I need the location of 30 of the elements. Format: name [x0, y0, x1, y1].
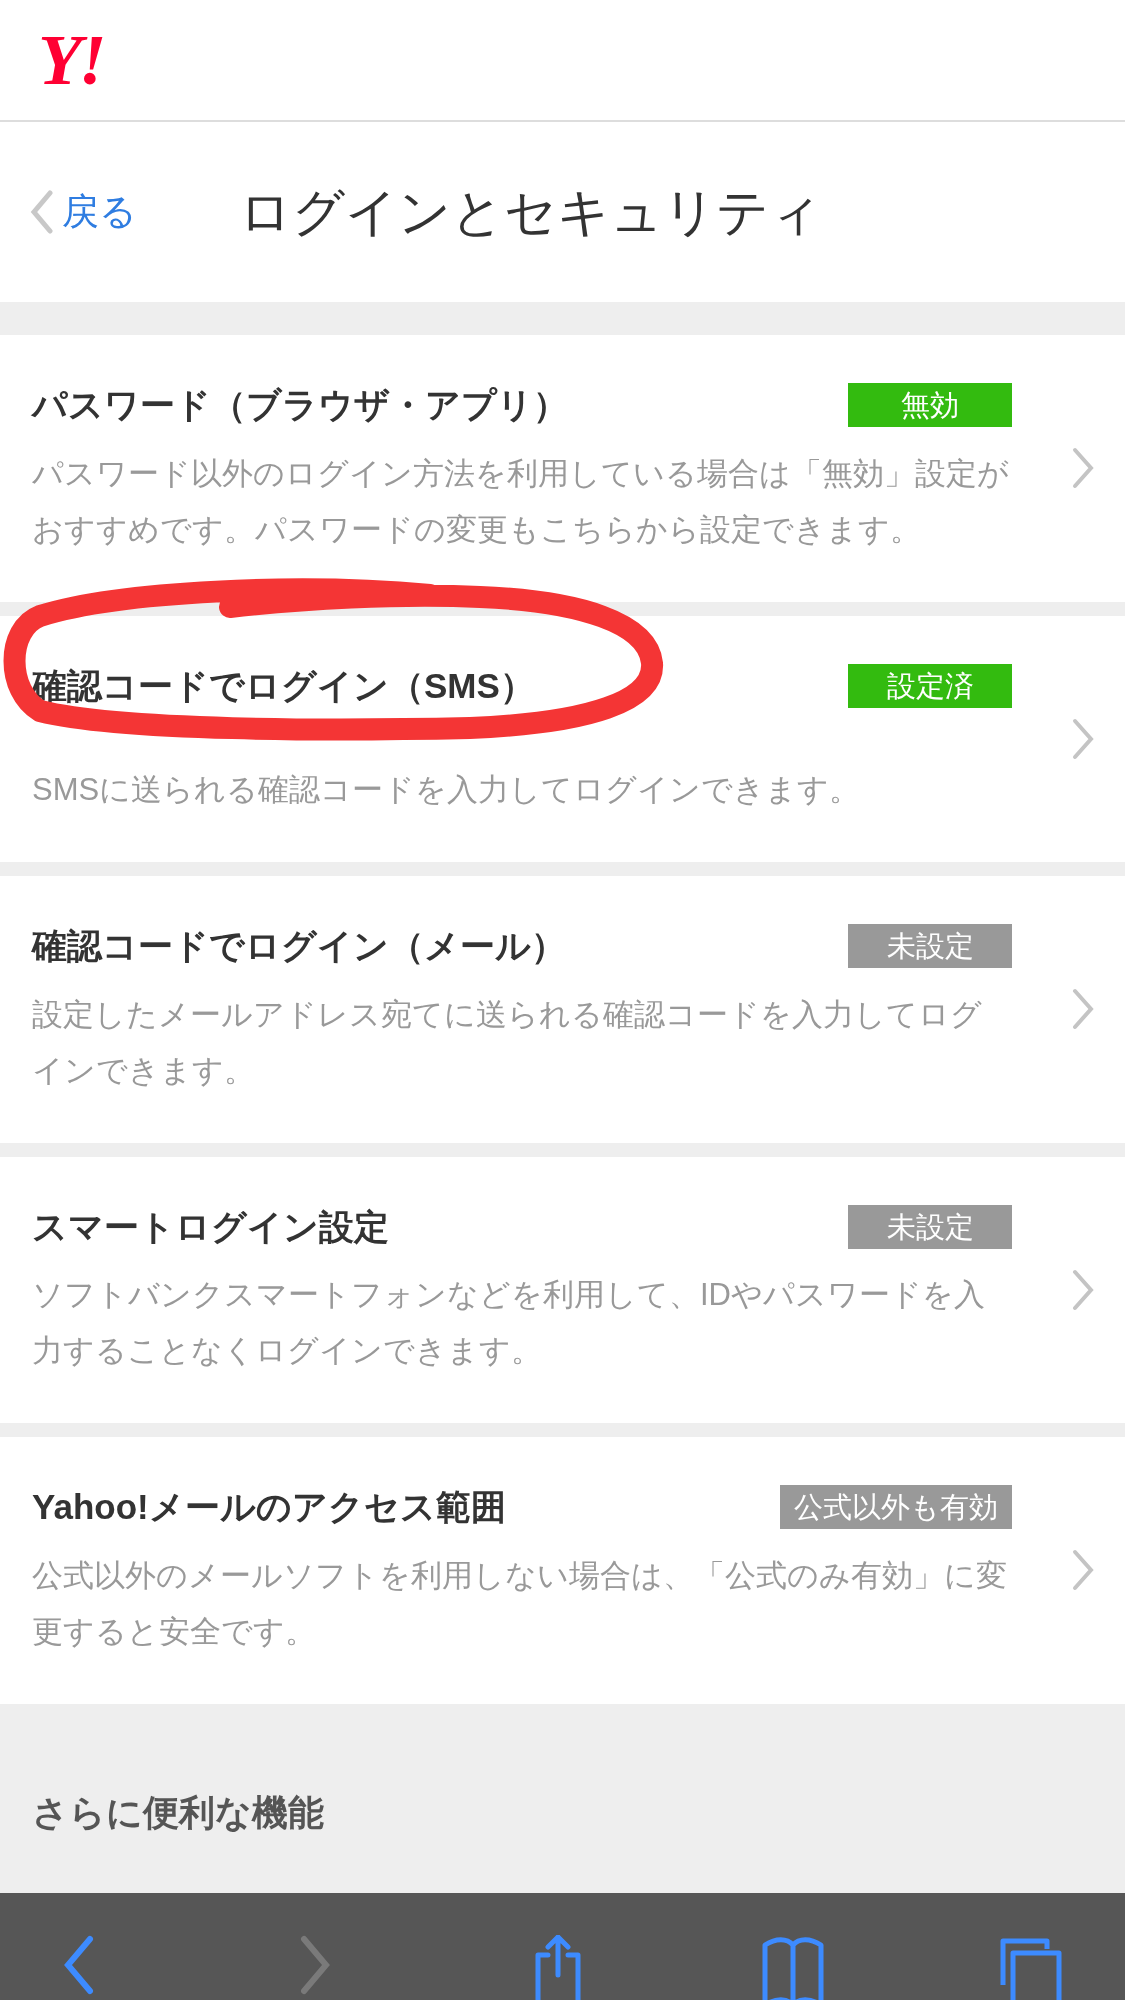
settings-row[interactable]: スマートログイン設定 未設定 ソフトバンクスマートフォンなどを利用して、IDやパスワードを入力することなくログインできます。 [0, 1156, 1125, 1423]
setting-title: スマートログイン設定 [32, 1205, 389, 1248]
settings-row[interactable]: パスワード（ブラウザ・アプリ） 無効 パスワード以外のログイン方法を利用している場合は「無効」設定がおすすめです。パスワードの変更もこちらから設定できます。 [0, 335, 1125, 602]
settings-row[interactable]: 確認コードでログイン（SMS） 設定済 SMSに送られる確認コードを入力してログインできます。 [0, 615, 1125, 862]
setting-description: 設定したメールアドレス宛てに送られる確認コードを入力してログインできます。 [32, 995, 983, 1090]
page-title: ログインとセキュリティ [239, 182, 822, 243]
chevron-right-icon [1071, 1549, 1095, 1592]
setting-description: 公式以外のメールソフトを利用しない場合は、「公式のみ有効」に変更すると安全です。 [32, 1556, 1008, 1651]
setting-description: SMSに送られる確認コードを入力してログインできます。 [32, 771, 862, 809]
settings-row[interactable]: Yahoo!メールのアクセス範囲 公式以外も有効 公式以外のメールソフトを利用しない場合は、「公式のみ有効」に変更すると安全です。 [0, 1437, 1125, 1704]
setting-title: Yahoo!メールのアクセス範囲 [32, 1486, 506, 1528]
status-badge: 無効 [848, 383, 1012, 428]
setting-title: 確認コードでログイン（メール） [32, 925, 566, 967]
chevron-left-icon [30, 190, 54, 234]
section-heading: さらに便利な機能 [31, 1790, 325, 1835]
status-badge: 未設定 [848, 924, 1012, 969]
chevron-right-icon [1071, 988, 1095, 1031]
setting-title: パスワード（ブラウザ・アプリ） [32, 384, 568, 426]
setting-description: パスワード以外のログイン方法を利用している場合は「無効」設定がおすすめです。パスワードの変更もこちらから設定できます。 [32, 454, 1010, 549]
settings-row[interactable]: 確認コードでログイン（メール） 未設定 設定したメールアドレス宛てに送られる確認コードを入力してログインできます。 [0, 876, 1125, 1143]
back-link[interactable]: 戻る [30, 184, 137, 240]
status-badge: 未設定 [848, 1204, 1012, 1249]
status-badge: 公式以外も有効 [780, 1485, 1012, 1530]
setting-description: ソフトバンクスマートフォンなどを利用して、IDやパスワードを入力することなくログインできます。 [32, 1276, 986, 1370]
chevron-right-icon [1071, 447, 1095, 490]
status-badge: 設定済 [848, 663, 1012, 708]
setting-title: 確認コードでログイン（SMS） [32, 664, 535, 707]
chevron-right-icon [1071, 1268, 1095, 1311]
yahoo-logo[interactable]: Y! [38, 24, 103, 96]
chevron-right-icon [1071, 717, 1095, 760]
